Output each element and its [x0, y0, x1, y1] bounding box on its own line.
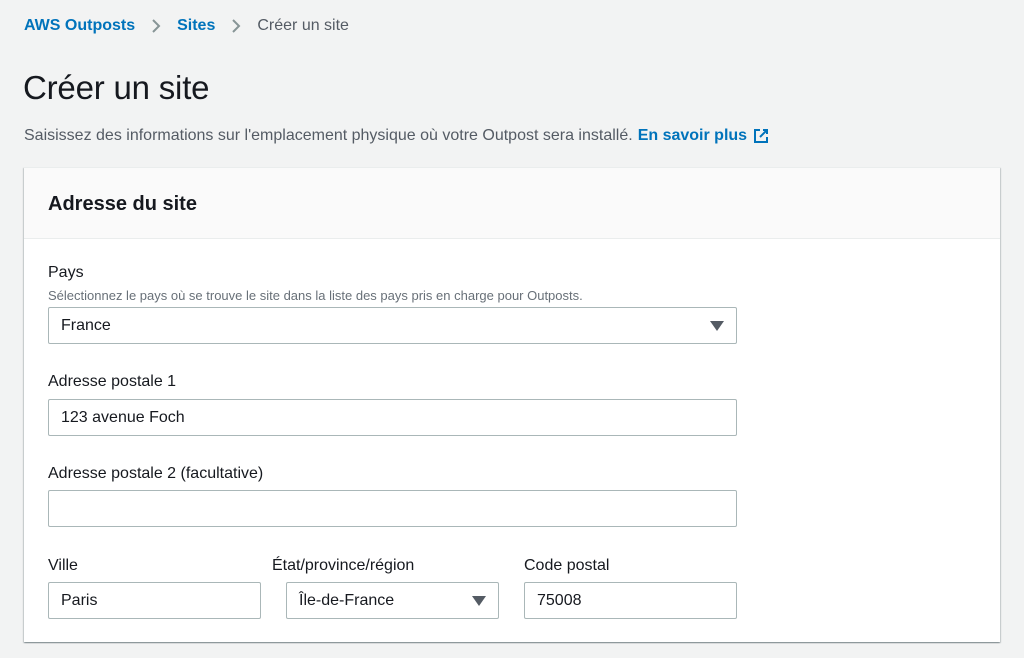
country-select[interactable]: France — [48, 307, 737, 344]
country-hint: Sélectionnez le pays où se trouve le sit… — [48, 288, 583, 303]
postal-code-field: Code postal — [524, 556, 609, 576]
city-field: Ville — [48, 556, 78, 576]
site-address-container: Adresse du site Pays Sélectionnez le pay… — [24, 167, 1000, 642]
learn-more-link[interactable]: En savoir plus — [638, 126, 769, 146]
city-input-wrapper — [48, 582, 261, 619]
postal-code-label: Code postal — [524, 557, 610, 574]
postal-code-input-wrapper — [524, 582, 737, 619]
country-field: Pays Sélectionnez le pays où se trouve l… — [48, 263, 583, 304]
address1-field: Adresse postale 1 — [48, 372, 176, 392]
city-input[interactable] — [61, 583, 248, 618]
address2-field: Adresse postale 2 (facultative) — [48, 464, 263, 484]
chevron-right-icon — [151, 18, 161, 34]
page: AWS Outposts Sites Créer un site Créer u… — [0, 0, 1024, 658]
address1-input[interactable] — [61, 400, 724, 435]
breadcrumb-aws-outposts[interactable]: AWS Outposts — [24, 16, 135, 36]
page-description: Saisissez des informations sur l'emplace… — [24, 126, 769, 146]
learn-more-label: En savoir plus — [637, 127, 748, 144]
external-link-icon — [754, 129, 769, 143]
caret-down-icon — [710, 320, 724, 331]
address2-input-wrapper — [48, 490, 737, 527]
state-select[interactable]: Île-de-France — [286, 582, 499, 619]
address1-input-wrapper — [48, 399, 737, 436]
address2-label: Adresse postale 2 (facultative) — [48, 465, 264, 482]
country-label: Pays — [48, 264, 84, 281]
page-title: Créer un site — [23, 69, 210, 106]
state-field: État/province/région — [272, 556, 414, 576]
country-value: France — [61, 316, 111, 334]
state-label: État/province/région — [272, 557, 415, 574]
address2-input[interactable] — [61, 491, 724, 526]
description-text: Saisissez des informations sur l'emplace… — [24, 127, 633, 144]
section-title: Adresse du site — [48, 193, 197, 215]
postal-code-input[interactable] — [537, 583, 724, 618]
breadcrumb-current: Créer un site — [257, 17, 349, 34]
container-header: Adresse du site — [24, 168, 1000, 239]
city-label: Ville — [48, 557, 78, 574]
address1-label: Adresse postale 1 — [48, 373, 177, 390]
breadcrumb-sites[interactable]: Sites — [177, 16, 215, 36]
caret-down-icon — [472, 595, 486, 606]
breadcrumb: AWS Outposts Sites Créer un site — [24, 16, 349, 36]
state-value: Île-de-France — [299, 591, 395, 609]
chevron-right-icon — [231, 18, 241, 34]
